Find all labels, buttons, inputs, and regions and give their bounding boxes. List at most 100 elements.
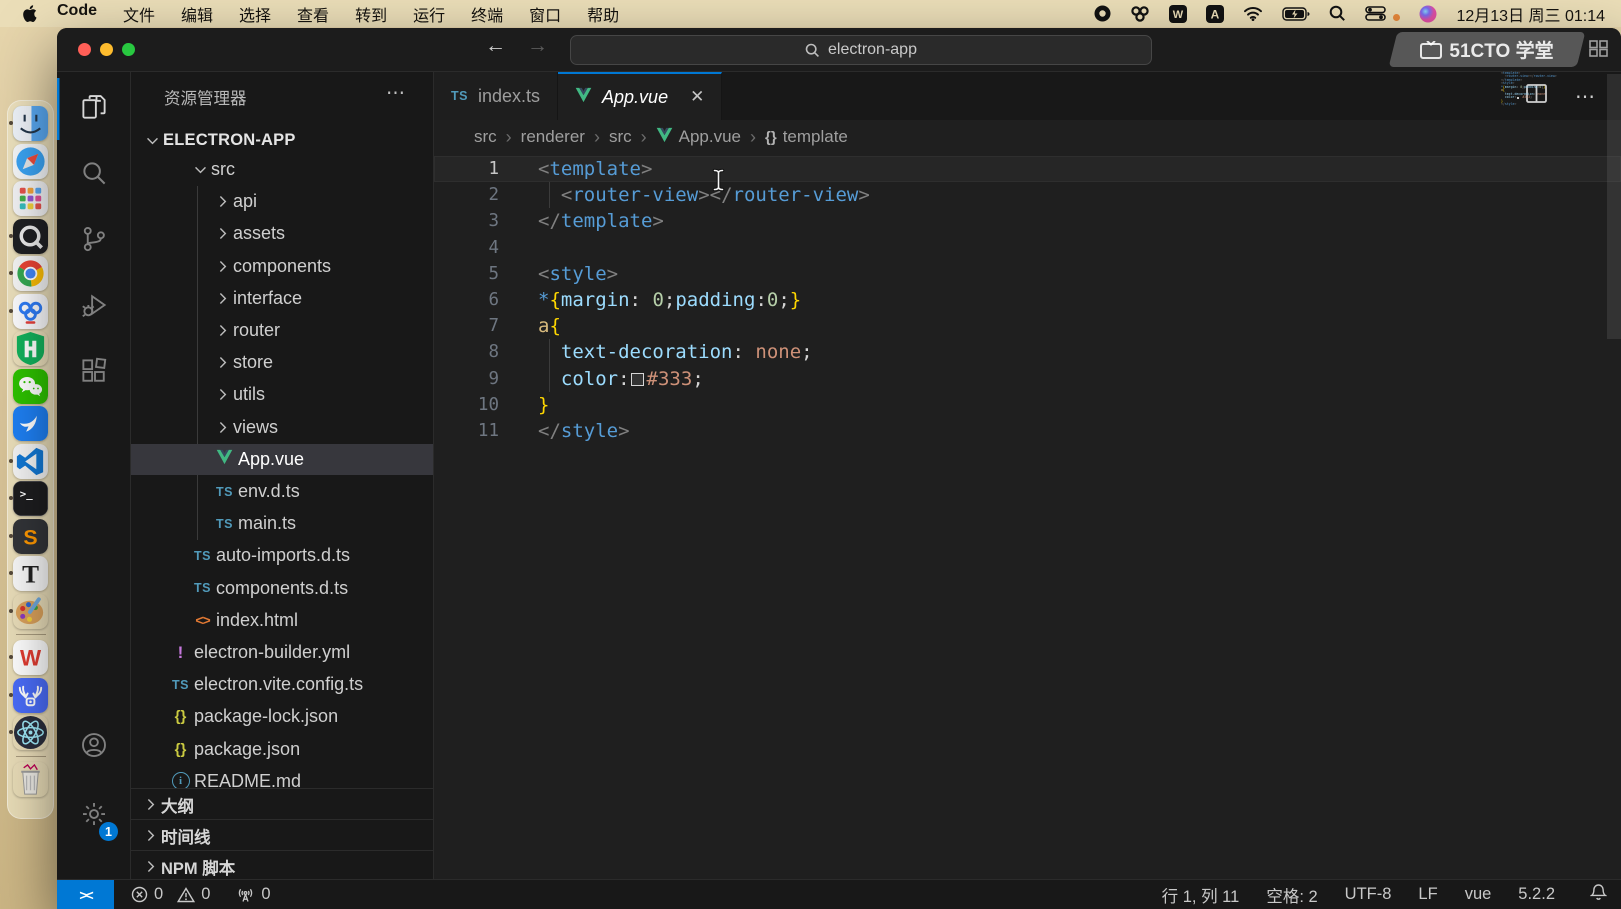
tree-item-assets[interactable]: assets (131, 218, 433, 249)
titlebar[interactable]: ← → electron-app 51CTO 学堂 (57, 28, 1621, 72)
activity-extensions[interactable] (57, 342, 130, 404)
customize-layout-icon[interactable] (1589, 40, 1608, 62)
dock-item-vscode[interactable] (7, 443, 54, 481)
section-NPM 脚本[interactable]: NPM 脚本 (131, 850, 433, 880)
menu-item-查看[interactable]: 查看 (284, 2, 342, 26)
dock-item-quicktime[interactable] (7, 218, 54, 256)
dock-item-cloud[interactable] (7, 293, 54, 331)
menu-bar-clock[interactable]: 12月13日 周三 01:14 (1456, 2, 1605, 26)
dock-item-palette[interactable] (7, 593, 54, 631)
menu-item-帮助[interactable]: 帮助 (574, 2, 632, 26)
siri-icon[interactable] (1419, 5, 1437, 23)
ports-indicator[interactable]: 0 (236, 885, 270, 904)
dock-item-textedit[interactable]: T (7, 555, 54, 593)
dock-item-terminal[interactable]: >_ (7, 480, 54, 518)
editor-scrollbar[interactable] (1607, 74, 1621, 339)
tab-App.vue[interactable]: App.vue✕ (558, 72, 722, 120)
tree-item-components.d.ts[interactable]: TScomponents.d.ts (131, 573, 433, 604)
menu-item-终端[interactable]: 终端 (458, 2, 516, 26)
section-时间线[interactable]: 时间线 (131, 819, 433, 851)
breadcrumb-src[interactable]: src (474, 127, 497, 147)
apple-menu[interactable] (14, 5, 44, 22)
dock-item-launchpad[interactable] (7, 180, 54, 218)
problems-indicator[interactable]: 0 0 (131, 885, 210, 904)
section-大纲[interactable]: 大纲 (131, 788, 433, 820)
status-encoding[interactable]: UTF-8 (1345, 885, 1392, 904)
activity-source-control[interactable] (57, 210, 130, 272)
menu-item-文件[interactable]: 文件 (110, 2, 168, 26)
code-editor[interactable]: 1<template>2 <router-view></router-view>… (434, 154, 1621, 880)
forward-button[interactable]: → (527, 34, 548, 58)
status-language-mode[interactable]: vue (1465, 885, 1492, 904)
tree-item-api[interactable]: api (131, 186, 433, 217)
dock-item-dingtalk[interactable] (7, 405, 54, 443)
menu-item-选择[interactable]: 选择 (226, 2, 284, 26)
tree-item-index.html[interactable]: <>index.html (131, 605, 433, 636)
zoom-window-button[interactable] (122, 43, 135, 56)
dock-item-wechat[interactable] (7, 368, 54, 406)
dock-item-deer[interactable] (7, 677, 54, 715)
tree-item-App.vue[interactable]: App.vue (131, 444, 433, 475)
menu-item-运行[interactable]: 运行 (400, 2, 458, 26)
control-center-icon[interactable] (1365, 5, 1386, 23)
tree-item-env.d.ts[interactable]: TSenv.d.ts (131, 476, 433, 507)
activity-run-debug[interactable] (57, 276, 130, 338)
tree-item-electron.vite.config.ts[interactable]: TSelectron.vite.config.ts (131, 669, 433, 700)
more-actions-icon[interactable]: ⋯ (1575, 84, 1597, 109)
tree-item-README.md[interactable]: iREADME.md (131, 766, 433, 788)
menu-item-Code[interactable]: Code (44, 2, 110, 26)
status-indentation[interactable]: 空格: 2 (1266, 883, 1317, 907)
activity-account[interactable] (57, 716, 130, 778)
battery-icon[interactable] (1282, 5, 1310, 23)
back-button[interactable]: ← (485, 34, 506, 58)
tree-item-utils[interactable]: utils (131, 379, 433, 410)
tree-item-package.json[interactable]: {}package.json (131, 734, 433, 765)
tree-item-package-lock.json[interactable]: {}package-lock.json (131, 701, 433, 732)
menu-item-编辑[interactable]: 编辑 (168, 2, 226, 26)
dock-item-chrome[interactable] (7, 255, 54, 293)
status-cursor-position[interactable]: 行 1, 列 11 (1162, 883, 1240, 907)
tree-item-main.ts[interactable]: TSmain.ts (131, 508, 433, 539)
breadcrumb-App.vue[interactable]: App.vue (656, 127, 741, 148)
dock-item-finder[interactable] (7, 105, 54, 143)
screen-record-icon[interactable] (1094, 5, 1111, 23)
breadcrumb-src[interactable]: src (609, 127, 632, 147)
close-tab-icon[interactable]: ✕ (690, 87, 704, 107)
tree-item-components[interactable]: components (131, 251, 433, 282)
tree-root-electron-app[interactable]: ELECTRON-APP (131, 125, 433, 156)
dock-item-sublime[interactable]: S (7, 518, 54, 556)
status-eol[interactable]: LF (1418, 885, 1437, 904)
minimap[interactable]: <template> <router-view></router-view></… (1501, 72, 1545, 107)
menu-item-转到[interactable]: 转到 (342, 2, 400, 26)
breadcrumb-renderer[interactable]: renderer (521, 127, 585, 147)
close-window-button[interactable] (78, 43, 91, 56)
remote-indicator[interactable]: >< (57, 880, 114, 909)
spotlight-icon[interactable] (1329, 5, 1346, 23)
minimize-window-button[interactable] (100, 43, 113, 56)
wps-menu-icon[interactable]: W (1169, 5, 1187, 23)
input-source-icon[interactable]: A (1206, 5, 1224, 23)
dock-item-hbuilderx[interactable] (7, 330, 54, 368)
link-circles-icon[interactable] (1130, 5, 1150, 23)
tree-item-interface[interactable]: interface (131, 283, 433, 314)
tree-item-auto-imports.d.ts[interactable]: TSauto-imports.d.ts (131, 540, 433, 571)
bell-icon[interactable] (1590, 883, 1607, 906)
wifi-icon[interactable] (1243, 5, 1263, 23)
tree-item-store[interactable]: store (131, 347, 433, 378)
tab-index.ts[interactable]: TSindex.ts (434, 72, 558, 120)
activity-explorer[interactable] (57, 78, 130, 140)
dock-item-electron[interactable] (7, 714, 54, 752)
activity-search[interactable] (57, 144, 130, 206)
tree-item-router[interactable]: router (131, 315, 433, 346)
command-center-search[interactable]: electron-app (570, 35, 1152, 65)
breadcrumb-template[interactable]: {}template (765, 127, 848, 147)
dock-item-wps[interactable]: W (7, 639, 54, 677)
tree-item-src[interactable]: src (131, 154, 433, 185)
menu-item-窗口[interactable]: 窗口 (516, 2, 574, 26)
dock-item-trash[interactable] (7, 761, 54, 799)
tree-item-views[interactable]: views (131, 412, 433, 443)
tree-item-electron-builder.yml[interactable]: !electron-builder.yml (131, 637, 433, 668)
dock-item-safari[interactable] (7, 143, 54, 181)
activity-settings[interactable]: 1 (57, 785, 130, 847)
status-extension-version[interactable]: 5.2.2 (1518, 885, 1555, 904)
